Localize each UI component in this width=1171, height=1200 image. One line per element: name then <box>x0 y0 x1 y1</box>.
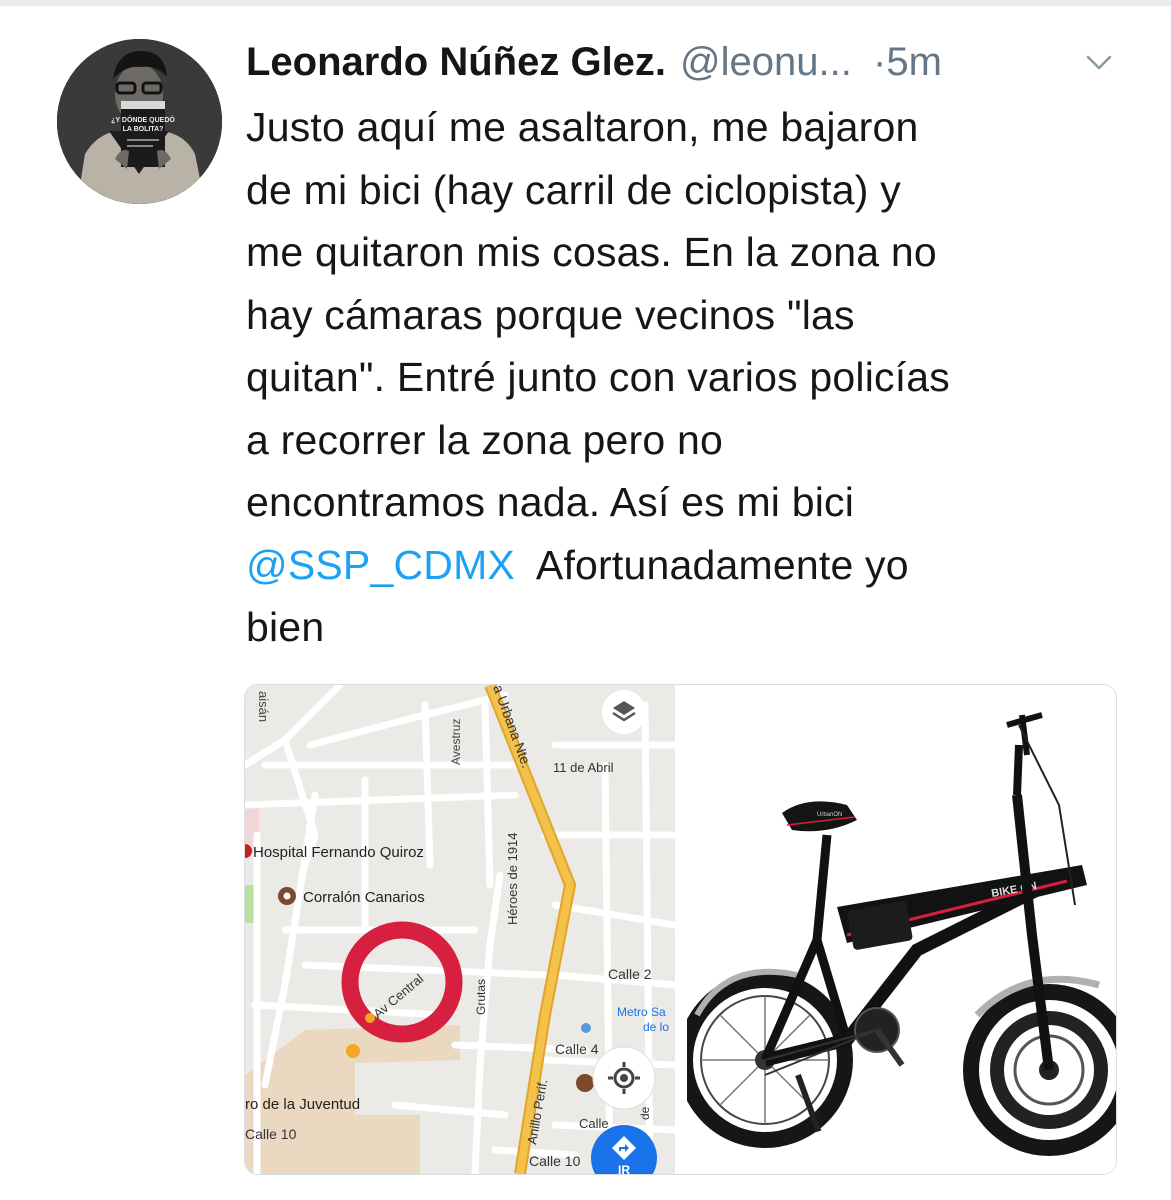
map-label: de lo <box>643 1020 669 1034</box>
layers-icon[interactable] <box>600 688 648 736</box>
map-label: Calle 10 <box>245 1126 297 1142</box>
seat-brand: UrbanON <box>817 812 842 818</box>
tweet-line: Justo aquí me asaltaron, me bajaron <box>246 104 919 150</box>
map-image[interactable]: aisán Avestruz a Urbana Nte. 11 de Abril… <box>245 685 679 1175</box>
media-grid: aisán Avestruz a Urbana Nte. 11 de Abril… <box>244 684 1117 1175</box>
tweet-header: Leonardo Núñez Glez. @leonu... ·5m <box>246 38 1141 88</box>
tweet-line: de mi bici (hay carril de ciclopista) y <box>246 166 901 213</box>
bike-image[interactable]: BIKE ON UrbanON <box>677 685 1116 1174</box>
tweet-line: me quitaron mis cosas. En la zona no <box>246 229 937 275</box>
map-label: Grutas <box>474 979 488 1015</box>
map-label: Metro Sa <box>617 1005 666 1019</box>
top-divider <box>0 0 1171 6</box>
tweet-line: bien <box>246 604 325 650</box>
map-label: Avestruz <box>449 719 463 765</box>
book-title-2: LA BOLITA? <box>123 126 164 133</box>
mention-link[interactable]: @SSP_CDMX <box>246 542 515 588</box>
map-label: aisán <box>256 691 271 722</box>
directions-label: IR <box>618 1163 630 1175</box>
map-label: Calle <box>579 1116 609 1131</box>
bike-photo: BIKE ON UrbanON <box>677 685 1116 1174</box>
avatar[interactable]: ¿Y DÓNDE QUEDÓ LA BOLITA? <box>57 39 222 204</box>
author-name[interactable]: Leonardo Núñez Glez. <box>246 40 666 84</box>
tweet-line-end: Afortunadamente yo <box>514 541 909 588</box>
book-title-1: ¿Y DÓNDE QUEDÓ <box>111 115 175 124</box>
my-location-icon[interactable] <box>591 1045 657 1111</box>
map-label: Héroes de 1914 <box>505 832 520 925</box>
media-gap <box>675 685 687 1174</box>
map-label: Corralón Canarios <box>303 889 425 906</box>
map-label: Calle 10 <box>529 1153 581 1169</box>
map-label: ro de la Juventud <box>245 1096 360 1113</box>
avatar-photo: ¿Y DÓNDE QUEDÓ LA BOLITA? <box>57 39 222 204</box>
tweet-text: Justo aquí me asaltaron, me bajaron de m… <box>246 96 1136 659</box>
tweet-line-mention: @SSP_CDMX Afortunadamente yo <box>246 534 1136 597</box>
tweet-line: quitan". Entré junto con varios policías <box>246 354 950 400</box>
map-label: Calle 2 <box>608 966 652 982</box>
separator-dot: · <box>873 40 887 84</box>
map-label: Hospital Fernando Quiroz <box>253 844 424 861</box>
tweet-line: encontramos nada. Así es mi bici <box>246 479 855 525</box>
chevron-down-icon[interactable] <box>1084 50 1114 74</box>
timestamp[interactable]: 5m <box>886 40 942 84</box>
tweet-line: a recorrer la zona pero no <box>246 416 723 463</box>
directions-icon <box>612 1136 636 1160</box>
map-label: 11 de Abril <box>553 760 614 775</box>
author-handle[interactable]: @leonu... <box>680 40 852 84</box>
tweet-line: hay cámaras porque vecinos "las <box>246 291 855 338</box>
